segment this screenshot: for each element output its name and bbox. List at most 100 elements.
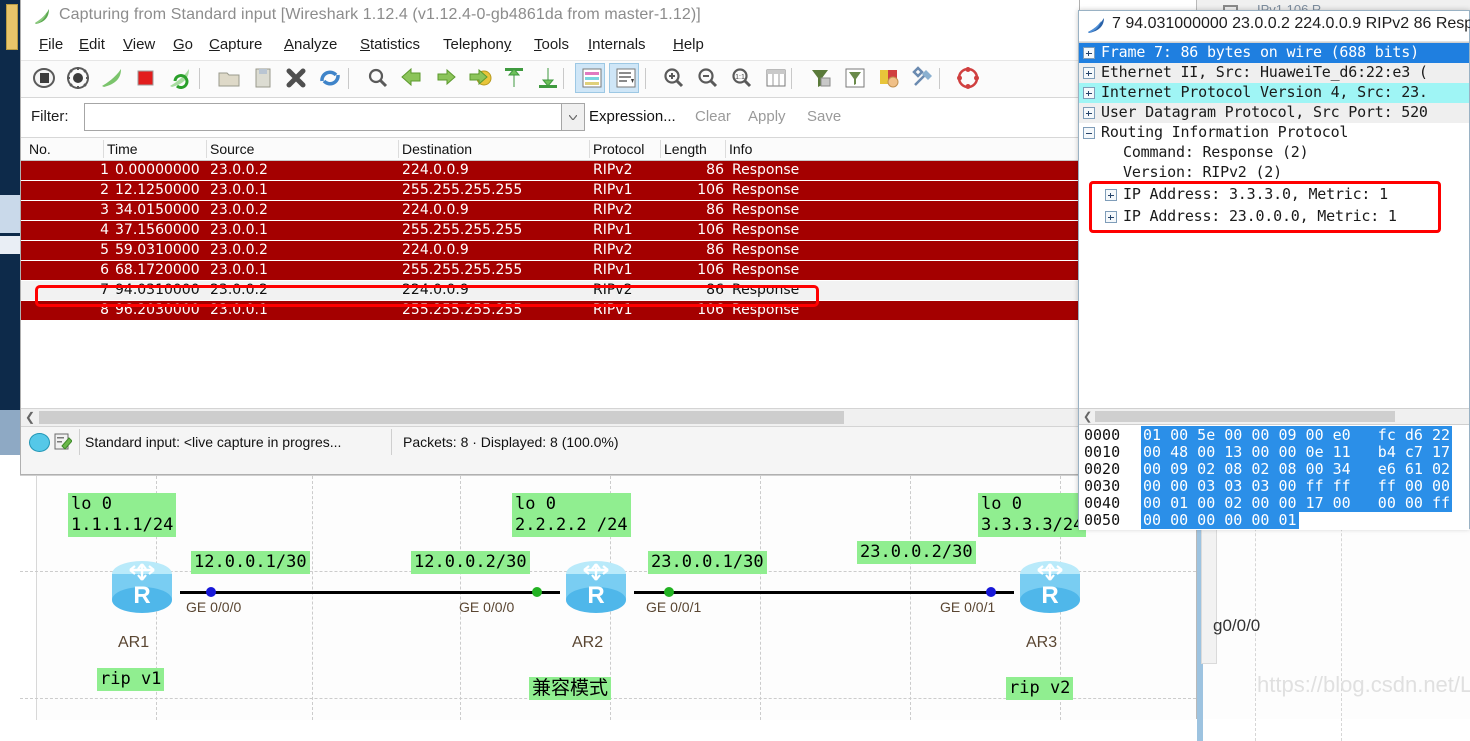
zoom-in-icon[interactable] — [661, 65, 687, 91]
preferences-icon[interactable] — [910, 65, 936, 91]
menu-telephony[interactable]: Telephony — [443, 36, 511, 53]
expand-plus-icon[interactable] — [1083, 107, 1095, 119]
resize-columns-icon[interactable] — [763, 65, 789, 91]
scroll-left-arrow-icon[interactable]: ❮ — [1083, 410, 1092, 423]
table-row[interactable]: 2 12.1250000 23.0.0.1 255.255.255.255 RI… — [21, 181, 1079, 200]
column-header-source[interactable]: Source — [210, 141, 254, 157]
go-to-first-packet-icon[interactable] — [501, 65, 527, 91]
router-icon-ar1[interactable]: R — [104, 556, 180, 620]
go-to-packet-icon[interactable] — [467, 65, 493, 91]
expand-plus-icon[interactable] — [1083, 67, 1095, 79]
stop-capture-icon[interactable] — [133, 65, 159, 91]
filter-input[interactable] — [84, 103, 564, 131]
capture-options-icon[interactable] — [65, 65, 91, 91]
interface-dot-ar2-ge001[interactable] — [664, 587, 674, 597]
filter-toolbar[interactable]: Filter: Expression... Clear Apply Save — [21, 98, 1079, 138]
open-file-icon[interactable] — [216, 65, 242, 91]
go-forward-icon[interactable] — [433, 65, 459, 91]
table-row[interactable]: 1 0.00000000 23.0.0.2 224.0.0.9 RIPv2 86… — [21, 161, 1079, 180]
menu-file[interactable]: FFileile — [39, 36, 63, 53]
menu-tools[interactable]: Tools — [534, 36, 569, 53]
interface-dot-ar2-ge000[interactable] — [532, 587, 542, 597]
menu-internals[interactable]: Internals — [588, 36, 646, 53]
coloring-rules-icon[interactable] — [876, 65, 902, 91]
link-ar2-ar3[interactable] — [634, 591, 1014, 594]
column-divider[interactable] — [398, 140, 399, 158]
collapse-minus-icon[interactable] — [1083, 127, 1095, 139]
router-icon-ar3[interactable]: R — [1012, 556, 1088, 620]
column-divider[interactable] — [660, 140, 661, 158]
detail-window-titlebar[interactable]: 7 94.031000000 23.0.0.2 224.0.0.9 RIPv2 … — [1079, 11, 1470, 42]
column-divider[interactable] — [206, 140, 207, 158]
help-contents-icon[interactable] — [955, 65, 981, 91]
menubar[interactable]: FFileile Edit View Go Capture Analyze St… — [21, 33, 1079, 60]
reload-file-icon[interactable] — [317, 65, 343, 91]
scrollbar-thumb[interactable] — [1095, 411, 1395, 422]
tree-node-udp[interactable]: User Datagram Protocol, Src Port: 520 — [1079, 103, 1469, 123]
packet-list-horizontal-scrollbar[interactable]: ❮ — [21, 408, 1079, 426]
table-row-selected[interactable]: 7 94.0310000 23.0.0.2 224.0.0.9 RIPv2 86… — [21, 281, 1079, 300]
tree-node-command[interactable]: Command: Response (2) — [1079, 143, 1469, 163]
column-header-protocol[interactable]: Protocol — [593, 141, 644, 157]
table-row[interactable]: 6 68.1720000 23.0.0.1 255.255.255.255 RI… — [21, 261, 1079, 280]
network-topology-canvas[interactable]: R R R AR1 AR2 AR3 lo 0 1.1.1.1/24 12.0.0… — [20, 475, 1196, 720]
main-toolbar[interactable]: 1:1 — [21, 60, 1079, 98]
packet-list-pane[interactable]: No. Time Source Destination Protocol Len… — [21, 138, 1079, 408]
go-to-last-packet-icon[interactable] — [535, 65, 561, 91]
interface-dot-ar1-ge000[interactable] — [206, 587, 216, 597]
packet-detail-window[interactable]: 7 94.031000000 23.0.0.2 224.0.0.9 RIPv2 … — [1078, 10, 1470, 530]
table-row[interactable]: 5 59.0310000 23.0.0.2 224.0.0.9 RIPv2 86… — [21, 241, 1079, 260]
menu-analyze[interactable]: Analyze — [284, 36, 337, 53]
table-row[interactable]: 3 34.0150000 23.0.0.2 224.0.0.9 RIPv2 86… — [21, 201, 1079, 220]
tree-node-version[interactable]: Version: RIPv2 (2) — [1079, 163, 1469, 183]
wireshark-main-window[interactable]: Capturing from Standard input [Wireshark… — [20, 0, 1080, 475]
tree-node-rip[interactable]: Routing Information Protocol — [1079, 123, 1469, 143]
tree-node-ipv4[interactable]: Internet Protocol Version 4, Src: 23. — [1079, 83, 1469, 103]
tree-node-route-entry-1[interactable]: IP Address: 3.3.3.0, Metric: 1 — [1079, 185, 1469, 205]
menu-capture[interactable]: Capture — [209, 36, 262, 53]
packet-details-tree[interactable]: Frame 7: 86 bytes on wire (688 bits) Eth… — [1079, 42, 1469, 408]
expand-plus-icon[interactable] — [1105, 211, 1117, 223]
packet-bytes-pane[interactable]: 0000 01 00 5e 00 00 09 00 e0 fc d6 22 00… — [1079, 424, 1469, 530]
expand-plus-icon[interactable] — [1105, 189, 1117, 201]
statusbar[interactable]: Standard input: <live capture in progres… — [21, 426, 1079, 457]
scrollbar-thumb[interactable] — [39, 411, 844, 424]
column-header-info[interactable]: Info — [729, 141, 752, 157]
column-header-time[interactable]: Time — [107, 141, 138, 157]
display-filters-icon[interactable] — [842, 65, 868, 91]
menu-edit[interactable]: Edit — [79, 36, 105, 53]
restart-capture-icon[interactable] — [167, 65, 193, 91]
menu-help[interactable]: Help — [673, 36, 704, 53]
menu-statistics[interactable]: Statistics — [360, 36, 420, 53]
clear-filter-button[interactable]: Clear — [695, 108, 731, 125]
scroll-left-arrow-icon[interactable]: ❮ — [25, 411, 35, 423]
menu-go[interactable]: Go — [173, 36, 193, 53]
column-header-destination[interactable]: Destination — [402, 141, 472, 157]
expand-plus-icon[interactable] — [1083, 47, 1095, 59]
expression-button[interactable]: Expression... — [589, 108, 676, 125]
save-filter-button[interactable]: Save — [807, 108, 841, 125]
table-row[interactable]: 8 96.2030000 23.0.0.1 255.255.255.255 RI… — [21, 301, 1079, 320]
interface-dot-ar3-ge001[interactable] — [986, 587, 996, 597]
capture-filters-icon[interactable] — [808, 65, 834, 91]
column-divider[interactable] — [103, 140, 104, 158]
packet-list-header[interactable]: No. Time Source Destination Protocol Len… — [21, 138, 1079, 161]
close-file-icon[interactable] — [283, 65, 309, 91]
column-header-length[interactable]: Length — [664, 141, 707, 157]
detail-horizontal-scrollbar[interactable]: ❮ — [1079, 408, 1469, 424]
filter-history-dropdown[interactable] — [561, 103, 585, 131]
apply-filter-button[interactable]: Apply — [748, 108, 786, 125]
tree-node-ethernet[interactable]: Ethernet II, Src: HuaweiTe_d6:22:e3 ( — [1079, 63, 1469, 83]
auto-scroll-live-capture-icon[interactable] — [613, 65, 639, 91]
link-ar1-ar2[interactable] — [180, 591, 560, 594]
start-capture-interfaces-icon[interactable] — [31, 65, 57, 91]
column-divider[interactable] — [589, 140, 590, 158]
table-row[interactable]: 4 37.1560000 23.0.0.1 255.255.255.255 RI… — [21, 221, 1079, 240]
expand-plus-icon[interactable] — [1083, 87, 1095, 99]
column-header-no[interactable]: No. — [29, 141, 51, 157]
column-divider[interactable] — [725, 140, 726, 158]
zoom-out-icon[interactable] — [695, 65, 721, 91]
tree-node-route-entry-2[interactable]: IP Address: 23.0.0.0, Metric: 1 — [1079, 207, 1469, 227]
save-file-icon[interactable] — [250, 65, 276, 91]
titlebar[interactable]: Capturing from Standard input [Wireshark… — [21, 0, 1079, 33]
